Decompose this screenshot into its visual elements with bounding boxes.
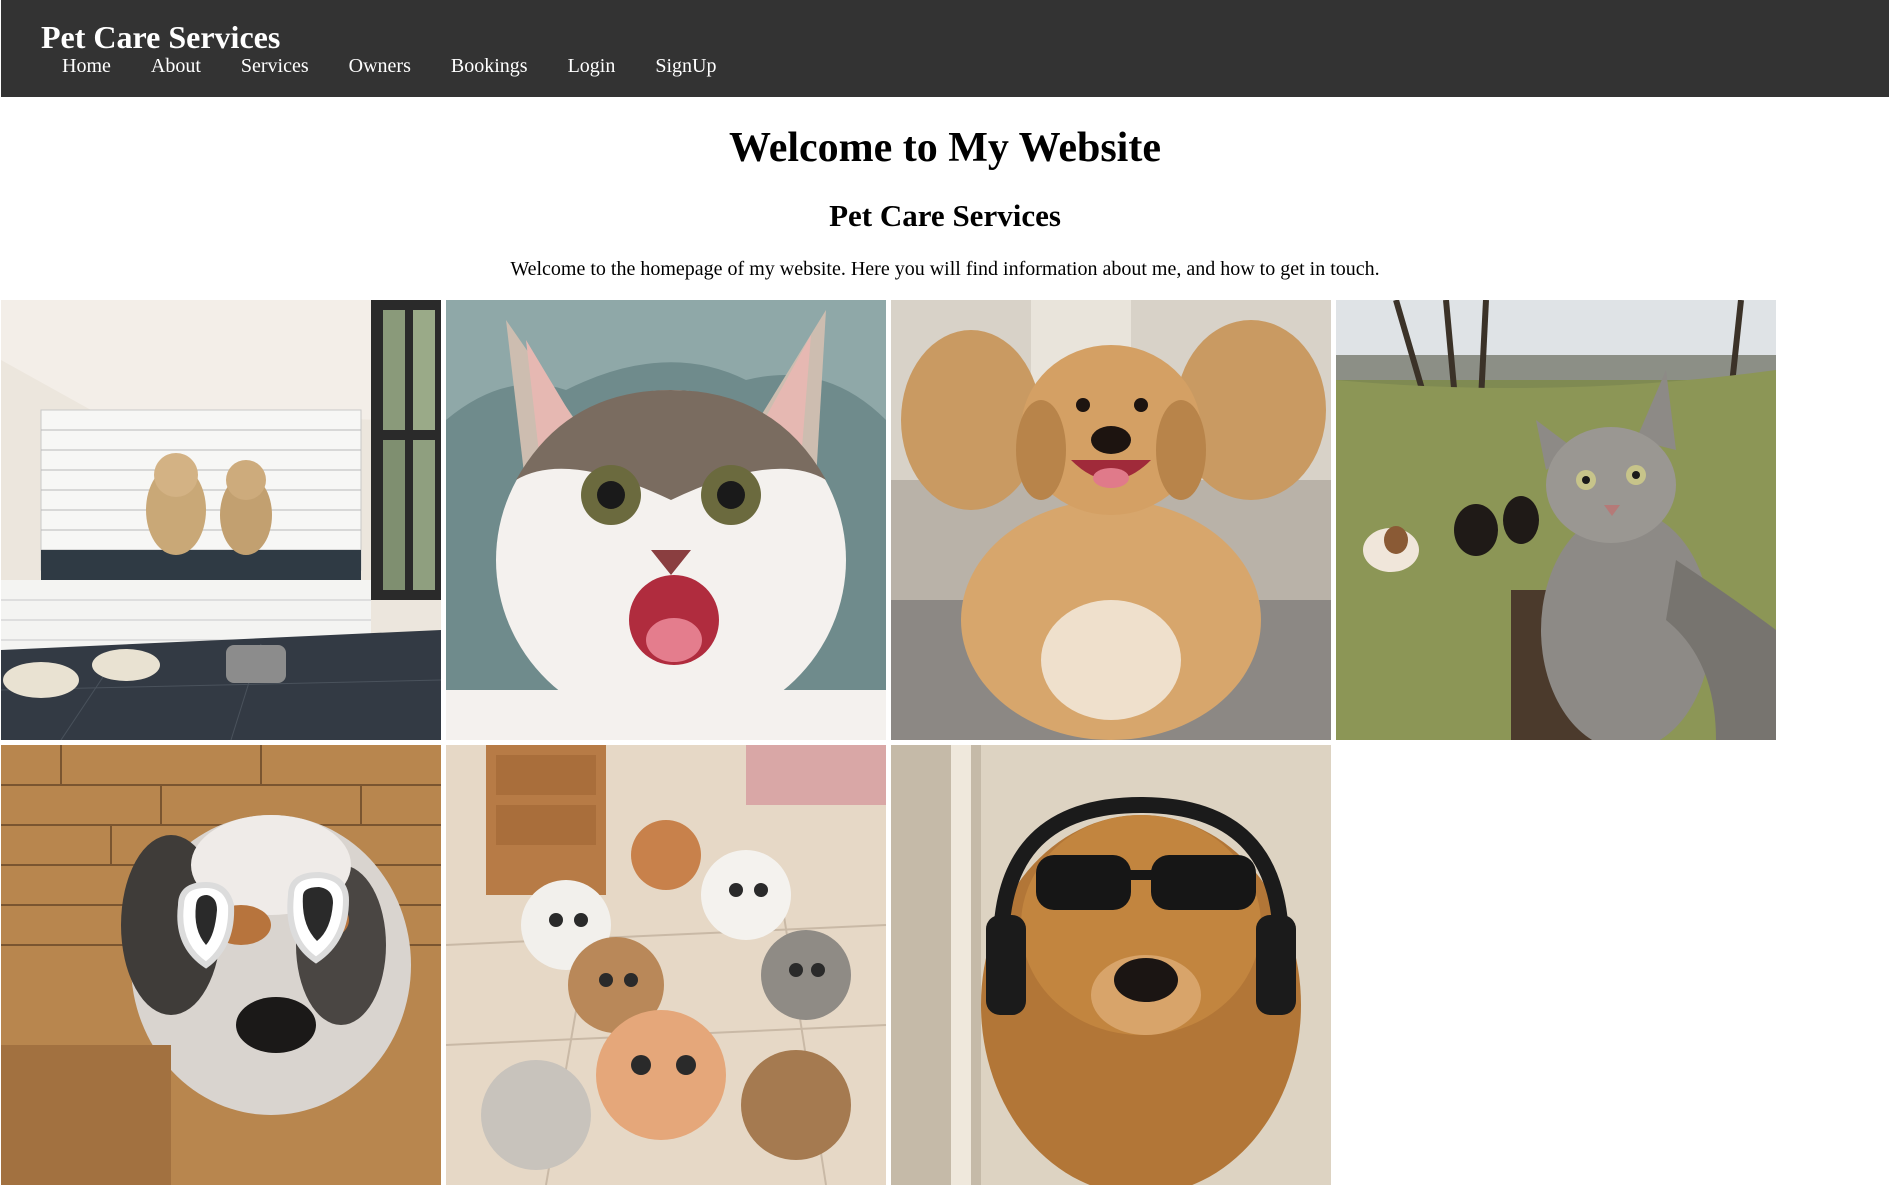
- intro-text: Welcome to the homepage of my website. H…: [510, 258, 1380, 280]
- site-header: Pet Care Services Home About Services Ow…: [1, 0, 1889, 97]
- nav-about-link[interactable]: About: [131, 52, 221, 80]
- nav-bookings-link[interactable]: Bookings: [431, 52, 548, 80]
- page-subtitle: Pet Care Services: [829, 198, 1061, 233]
- nav-signup-link[interactable]: SignUp: [635, 52, 736, 80]
- gallery-image-jumping-dog: [891, 300, 1331, 740]
- site-brand[interactable]: Pet Care Services: [41, 18, 280, 56]
- nav-login-link[interactable]: Login: [548, 52, 636, 80]
- gallery-image-dog-wash-room: [1, 300, 441, 740]
- nav-home-link[interactable]: Home: [41, 52, 131, 80]
- gallery-image-dog-headphones: [891, 745, 1331, 1185]
- page-title: Welcome to My Website: [729, 125, 1161, 171]
- gallery-image-dog-heart-sunglasses: [1, 745, 441, 1185]
- gallery-image-happy-kitten: [446, 300, 886, 740]
- pet-gallery: [1, 300, 1776, 1185]
- nav-owners-link[interactable]: Owners: [329, 52, 431, 80]
- nav-services-link[interactable]: Services: [221, 52, 329, 80]
- gallery-image-kittens-group: [446, 745, 886, 1185]
- main-nav: Home About Services Owners Bookings Logi…: [41, 52, 736, 80]
- gallery-image-cat-selfie: [1336, 300, 1776, 740]
